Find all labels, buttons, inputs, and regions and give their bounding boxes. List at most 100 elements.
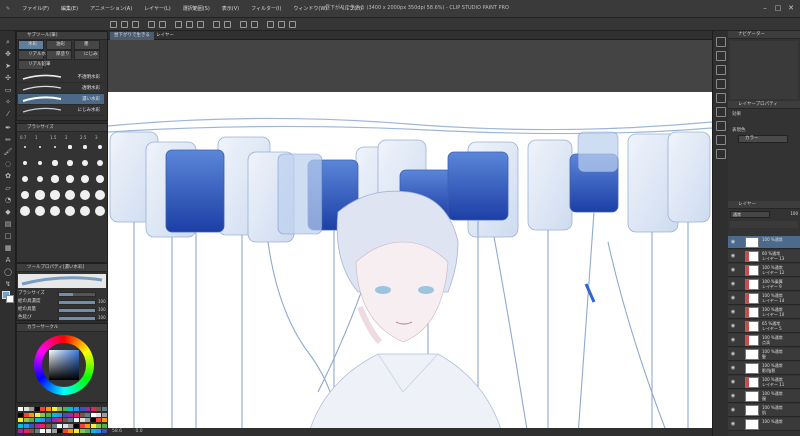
menu-view[interactable]: 表示(V) — [216, 5, 245, 12]
tool-property-row[interactable]: 色延び 100 — [18, 314, 106, 323]
palette-swatch[interactable] — [96, 412, 102, 417]
transform-icon[interactable] — [224, 21, 231, 28]
subtool-tab-thick[interactable]: 厚塗り — [46, 50, 72, 60]
eye-icon[interactable]: ◉ — [730, 267, 736, 273]
palette-swatch[interactable] — [68, 412, 74, 417]
palette-swatch[interactable] — [68, 407, 74, 411]
palette-swatch[interactable] — [23, 429, 29, 434]
palette-swatch[interactable] — [46, 418, 51, 423]
layer-property-icon[interactable] — [716, 121, 726, 131]
palette-swatch[interactable] — [23, 412, 29, 417]
fill-icon[interactable]: ◆ — [3, 207, 13, 217]
gradient-icon[interactable]: ▤ — [3, 219, 13, 229]
menu-edit[interactable]: 編集(E) — [55, 5, 84, 12]
palette-swatch[interactable] — [23, 423, 29, 428]
new-file-icon[interactable] — [110, 21, 117, 28]
palette-swatch[interactable] — [46, 423, 51, 428]
palette-swatch[interactable] — [62, 412, 68, 417]
opacity-value[interactable]: 100 — [774, 211, 798, 218]
layer-row[interactable]: ◉ 100 %通常 レイヤー 10 — [728, 306, 800, 319]
brush-size-dot[interactable] — [98, 145, 102, 149]
palette-swatch[interactable] — [90, 412, 96, 417]
eye-icon[interactable]: ◉ — [730, 253, 736, 259]
palette-swatch[interactable] — [51, 429, 57, 434]
brush-size-dot[interactable] — [50, 206, 60, 216]
layer-row[interactable]: ◉ 100 %通常髪 — [728, 348, 800, 361]
palette-swatch[interactable] — [57, 423, 63, 428]
palette-swatch[interactable] — [18, 429, 23, 434]
frame-icon[interactable]: ▦ — [3, 243, 13, 253]
palette-swatch[interactable] — [34, 429, 40, 434]
brush-size-dot[interactable] — [50, 190, 60, 200]
layer-row[interactable]: ◉ 65 %通常 レイヤー 5 — [728, 320, 800, 333]
palette-swatch[interactable] — [18, 407, 23, 411]
palette-swatch[interactable] — [62, 407, 68, 411]
palette-swatch[interactable] — [29, 412, 35, 417]
eye-icon[interactable]: ◉ — [730, 351, 736, 357]
property-slider[interactable] — [58, 300, 96, 305]
brush-size-dot[interactable] — [20, 206, 30, 216]
layer-row[interactable]: ◉ 100 %通常 レイヤー 14 — [728, 292, 800, 305]
palette-swatch[interactable] — [23, 418, 29, 423]
palette-swatch[interactable] — [34, 423, 40, 428]
saturation-value-square[interactable] — [49, 350, 79, 380]
auto-select-icon[interactable]: ✧ — [3, 97, 13, 107]
search-layer-icon[interactable] — [716, 93, 726, 103]
brush-item[interactable]: 透明水彩 — [18, 83, 104, 94]
property-slider[interactable] — [58, 292, 96, 297]
layer-row[interactable]: ◉ 100 %通常 — [728, 418, 800, 431]
palette-swatch[interactable] — [29, 423, 35, 428]
color-set-icon[interactable] — [716, 149, 726, 159]
palette-swatch[interactable] — [29, 407, 35, 411]
brush-size-dot[interactable] — [51, 175, 59, 183]
move-layer-icon[interactable]: ✣ — [3, 73, 13, 83]
brush-icon[interactable]: 🖌 — [3, 147, 13, 157]
brush-item[interactable]: 不透明水彩 — [18, 72, 104, 83]
property-slider[interactable] — [58, 308, 96, 313]
palette-swatch[interactable] — [79, 429, 85, 434]
palette-swatch[interactable] — [29, 418, 35, 423]
move-icon[interactable]: ✥ — [3, 49, 13, 59]
palette-swatch[interactable] — [85, 429, 91, 434]
brush-size-dot[interactable] — [35, 190, 45, 200]
tab-secondary[interactable]: レイヤー — [152, 32, 178, 40]
palette-swatch[interactable] — [34, 407, 40, 411]
brush-size-dot[interactable] — [66, 175, 74, 183]
subtool-tab-real-pencil[interactable]: リアル鉛筆 — [18, 60, 50, 70]
eye-icon[interactable]: ◉ — [730, 309, 736, 315]
info-icon[interactable] — [716, 65, 726, 75]
clear-icon[interactable] — [213, 21, 220, 28]
balloon-icon[interactable]: ◯ — [3, 267, 13, 277]
palette-swatch[interactable] — [102, 429, 107, 434]
palette-swatch[interactable] — [51, 418, 57, 423]
navigator-icon[interactable] — [716, 37, 726, 47]
palette-swatch[interactable] — [34, 418, 40, 423]
eye-icon[interactable]: ◉ — [730, 393, 736, 399]
redo-icon[interactable] — [159, 21, 166, 28]
palette-swatch[interactable] — [85, 418, 91, 423]
palette-swatch[interactable] — [90, 429, 96, 434]
palette-swatch[interactable] — [18, 412, 23, 417]
layer-row[interactable]: ◉ 100 %通常 — [728, 236, 800, 249]
brush-size-dot[interactable] — [67, 160, 73, 166]
history-icon[interactable] — [716, 79, 726, 89]
brush-size-dot[interactable] — [95, 206, 105, 216]
save-icon[interactable] — [132, 21, 139, 28]
palette-swatch[interactable] — [102, 423, 107, 428]
palette-swatch[interactable] — [18, 423, 23, 428]
hue-ring[interactable] — [34, 335, 94, 395]
animation-icon[interactable] — [716, 107, 726, 117]
brush-size-dot[interactable] — [80, 190, 90, 200]
minimize-button[interactable]: – — [760, 3, 770, 13]
palette-swatch[interactable] — [62, 423, 68, 428]
palette-swatch[interactable] — [18, 418, 23, 423]
property-slider[interactable] — [58, 316, 96, 321]
palette-swatch[interactable] — [68, 418, 74, 423]
palette-swatch[interactable] — [85, 407, 91, 411]
palette-swatch[interactable] — [68, 423, 74, 428]
palette-swatch[interactable] — [68, 429, 74, 434]
palette-swatch[interactable] — [57, 429, 63, 434]
palette-swatch[interactable] — [51, 407, 57, 411]
palette-swatch[interactable] — [29, 429, 35, 434]
palette-swatch[interactable] — [40, 429, 46, 434]
